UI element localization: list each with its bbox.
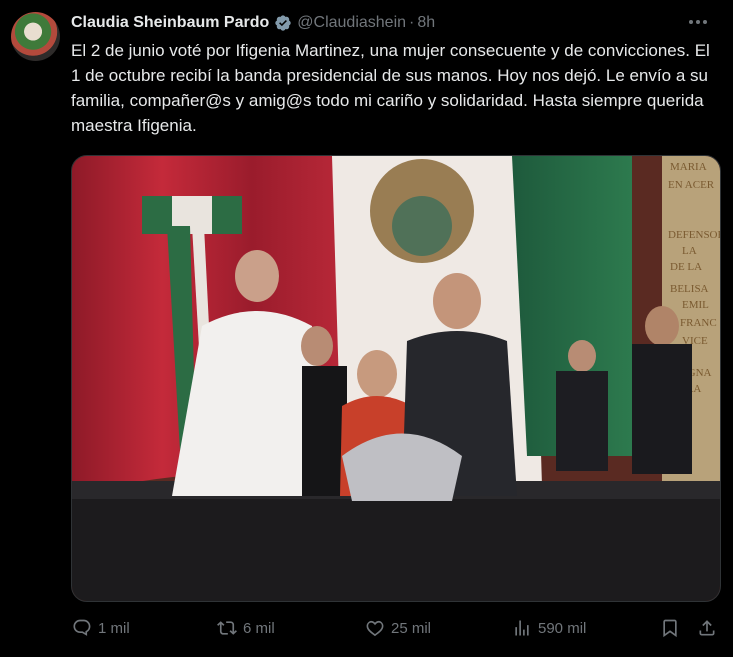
repost-icon (217, 621, 237, 635)
inscription-line: FRANC (680, 317, 717, 329)
reply-count: 1 mil (98, 619, 130, 637)
views-icon (515, 620, 529, 636)
bookmark-icon (663, 619, 677, 638)
bookmark-button[interactable] (660, 618, 686, 638)
photo-scene: MARIA EN ACER DEFENSOR LA DE LA BELISA E… (72, 156, 720, 601)
more-icon[interactable] (687, 11, 709, 33)
post-time[interactable]: 8h (417, 14, 435, 32)
share-button[interactable] (697, 618, 723, 638)
views-button[interactable]: 590 mil (512, 618, 586, 638)
share-icon (699, 620, 715, 636)
reply-icon (73, 619, 91, 636)
repost-count: 6 mil (243, 619, 275, 637)
like-icon (366, 620, 384, 637)
inscription-line: DEFENSOR (668, 229, 720, 241)
inscription-line: EMIL (682, 299, 709, 311)
reply-button[interactable]: 1 mil (72, 618, 130, 638)
post-text: El 2 de junio voté por Ifigenia Martinez… (71, 41, 710, 135)
repost-button[interactable]: 6 mil (217, 618, 275, 638)
post-media-photo[interactable]: MARIA EN ACER DEFENSOR LA DE LA BELISA E… (71, 155, 721, 602)
view-count: 590 mil (538, 619, 587, 637)
verified-badge-icon (275, 15, 291, 31)
author-name[interactable]: Claudia Sheinbaum Pardo (71, 14, 269, 32)
inscription-line: DE LA (670, 261, 702, 273)
inscription-line: EN ACER (668, 179, 715, 191)
post-header: Claudia Sheinbaum Pardo @Claudiashein · … (71, 12, 723, 34)
inscription-line: BELISA (670, 283, 709, 295)
post-avatar[interactable] (11, 12, 60, 61)
separator-dot: · (409, 14, 415, 31)
inscription-line: MARIA (670, 161, 707, 173)
post-actions: 1 mil 6 mil 25 mil 590 mil (71, 613, 721, 643)
like-count: 25 mil (391, 619, 432, 637)
like-button[interactable]: 25 mil (365, 618, 431, 638)
author-handle[interactable]: @Claudiashein (297, 14, 406, 32)
inscription-line: LA (682, 245, 697, 257)
